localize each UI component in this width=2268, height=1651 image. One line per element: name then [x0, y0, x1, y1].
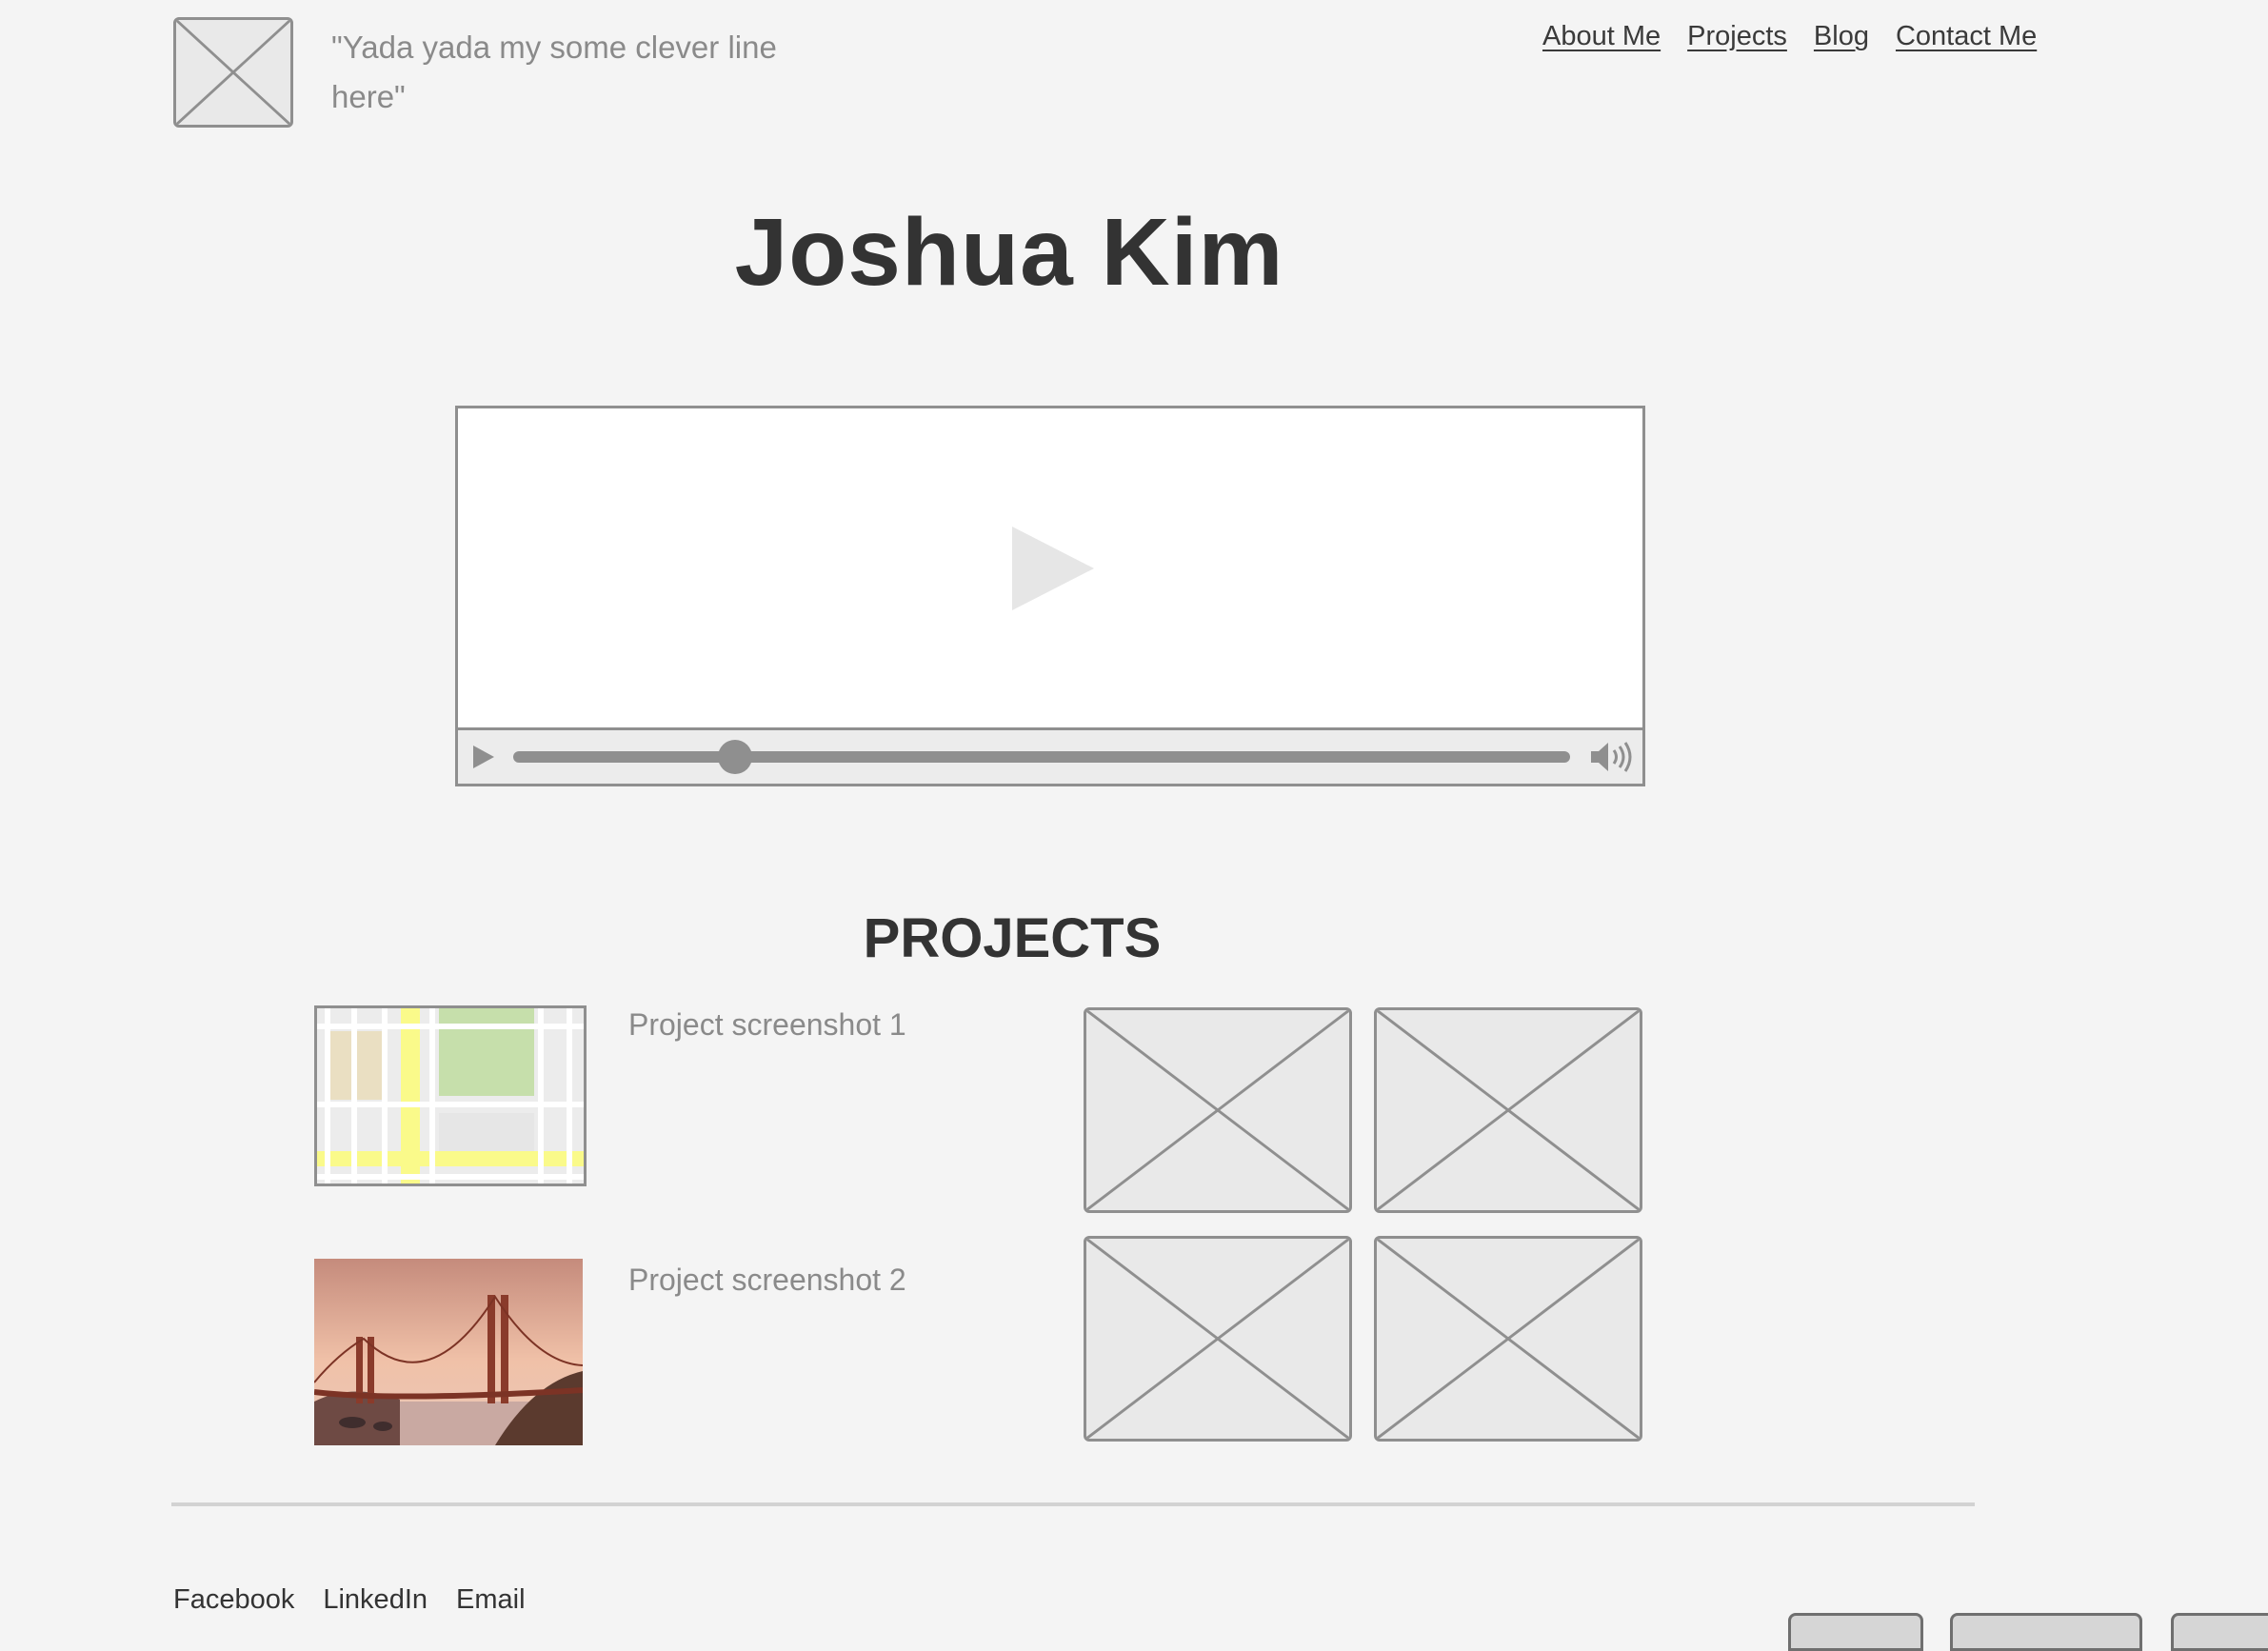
footer-button-1[interactable] — [1788, 1613, 1923, 1651]
nav-contact-me[interactable]: Contact Me — [1896, 21, 2037, 52]
play-button[interactable] — [473, 746, 494, 768]
volume-icon[interactable] — [1589, 740, 1635, 774]
image-placeholder-icon — [1377, 1239, 1640, 1439]
video-controls — [458, 727, 1642, 784]
footer-button-3[interactable] — [2171, 1613, 2268, 1651]
image-placeholder-icon — [1377, 1010, 1640, 1210]
progress-handle[interactable] — [718, 740, 753, 774]
gallery-image-3[interactable] — [1084, 1236, 1352, 1442]
nav-projects[interactable]: Projects — [1687, 21, 1787, 52]
footer-button-2[interactable] — [1950, 1613, 2142, 1651]
play-icon[interactable] — [1012, 527, 1094, 610]
project-caption-1: Project screenshot 1 — [628, 1007, 906, 1042]
gallery-image-1[interactable] — [1084, 1007, 1352, 1213]
progress-bar[interactable] — [513, 740, 1570, 774]
main-nav: About Me Projects Blog Contact Me — [1542, 21, 2037, 52]
logo-placeholder[interactable] — [173, 17, 293, 128]
projects-heading: PROJECTS — [863, 907, 1162, 969]
tagline: "Yada yada my some clever line here" — [331, 30, 777, 114]
project-caption-2: Project screenshot 2 — [628, 1263, 906, 1297]
page-title: Joshua Kim — [734, 199, 1284, 306]
image-placeholder-icon — [1086, 1239, 1349, 1439]
gallery-image-4[interactable] — [1374, 1236, 1642, 1442]
footer-link-facebook[interactable]: Facebook — [173, 1584, 294, 1616]
project-thumbnail-2[interactable] — [314, 1259, 583, 1445]
footer-link-linkedin[interactable]: LinkedIn — [323, 1584, 428, 1616]
footer-divider — [171, 1502, 1975, 1506]
gallery-image-2[interactable] — [1374, 1007, 1642, 1213]
nav-blog[interactable]: Blog — [1814, 21, 1869, 52]
image-placeholder-icon — [176, 20, 290, 125]
footer-link-email[interactable]: Email — [456, 1584, 526, 1616]
image-placeholder-icon — [1086, 1010, 1349, 1210]
project-thumbnail-1[interactable] — [314, 1005, 587, 1186]
footer-links: Facebook LinkedIn Email — [173, 1584, 526, 1616]
nav-about-me[interactable]: About Me — [1542, 21, 1661, 52]
golden-gate-bridge-image — [314, 1259, 583, 1445]
map-image — [317, 1008, 584, 1184]
video-player[interactable] — [455, 406, 1645, 786]
